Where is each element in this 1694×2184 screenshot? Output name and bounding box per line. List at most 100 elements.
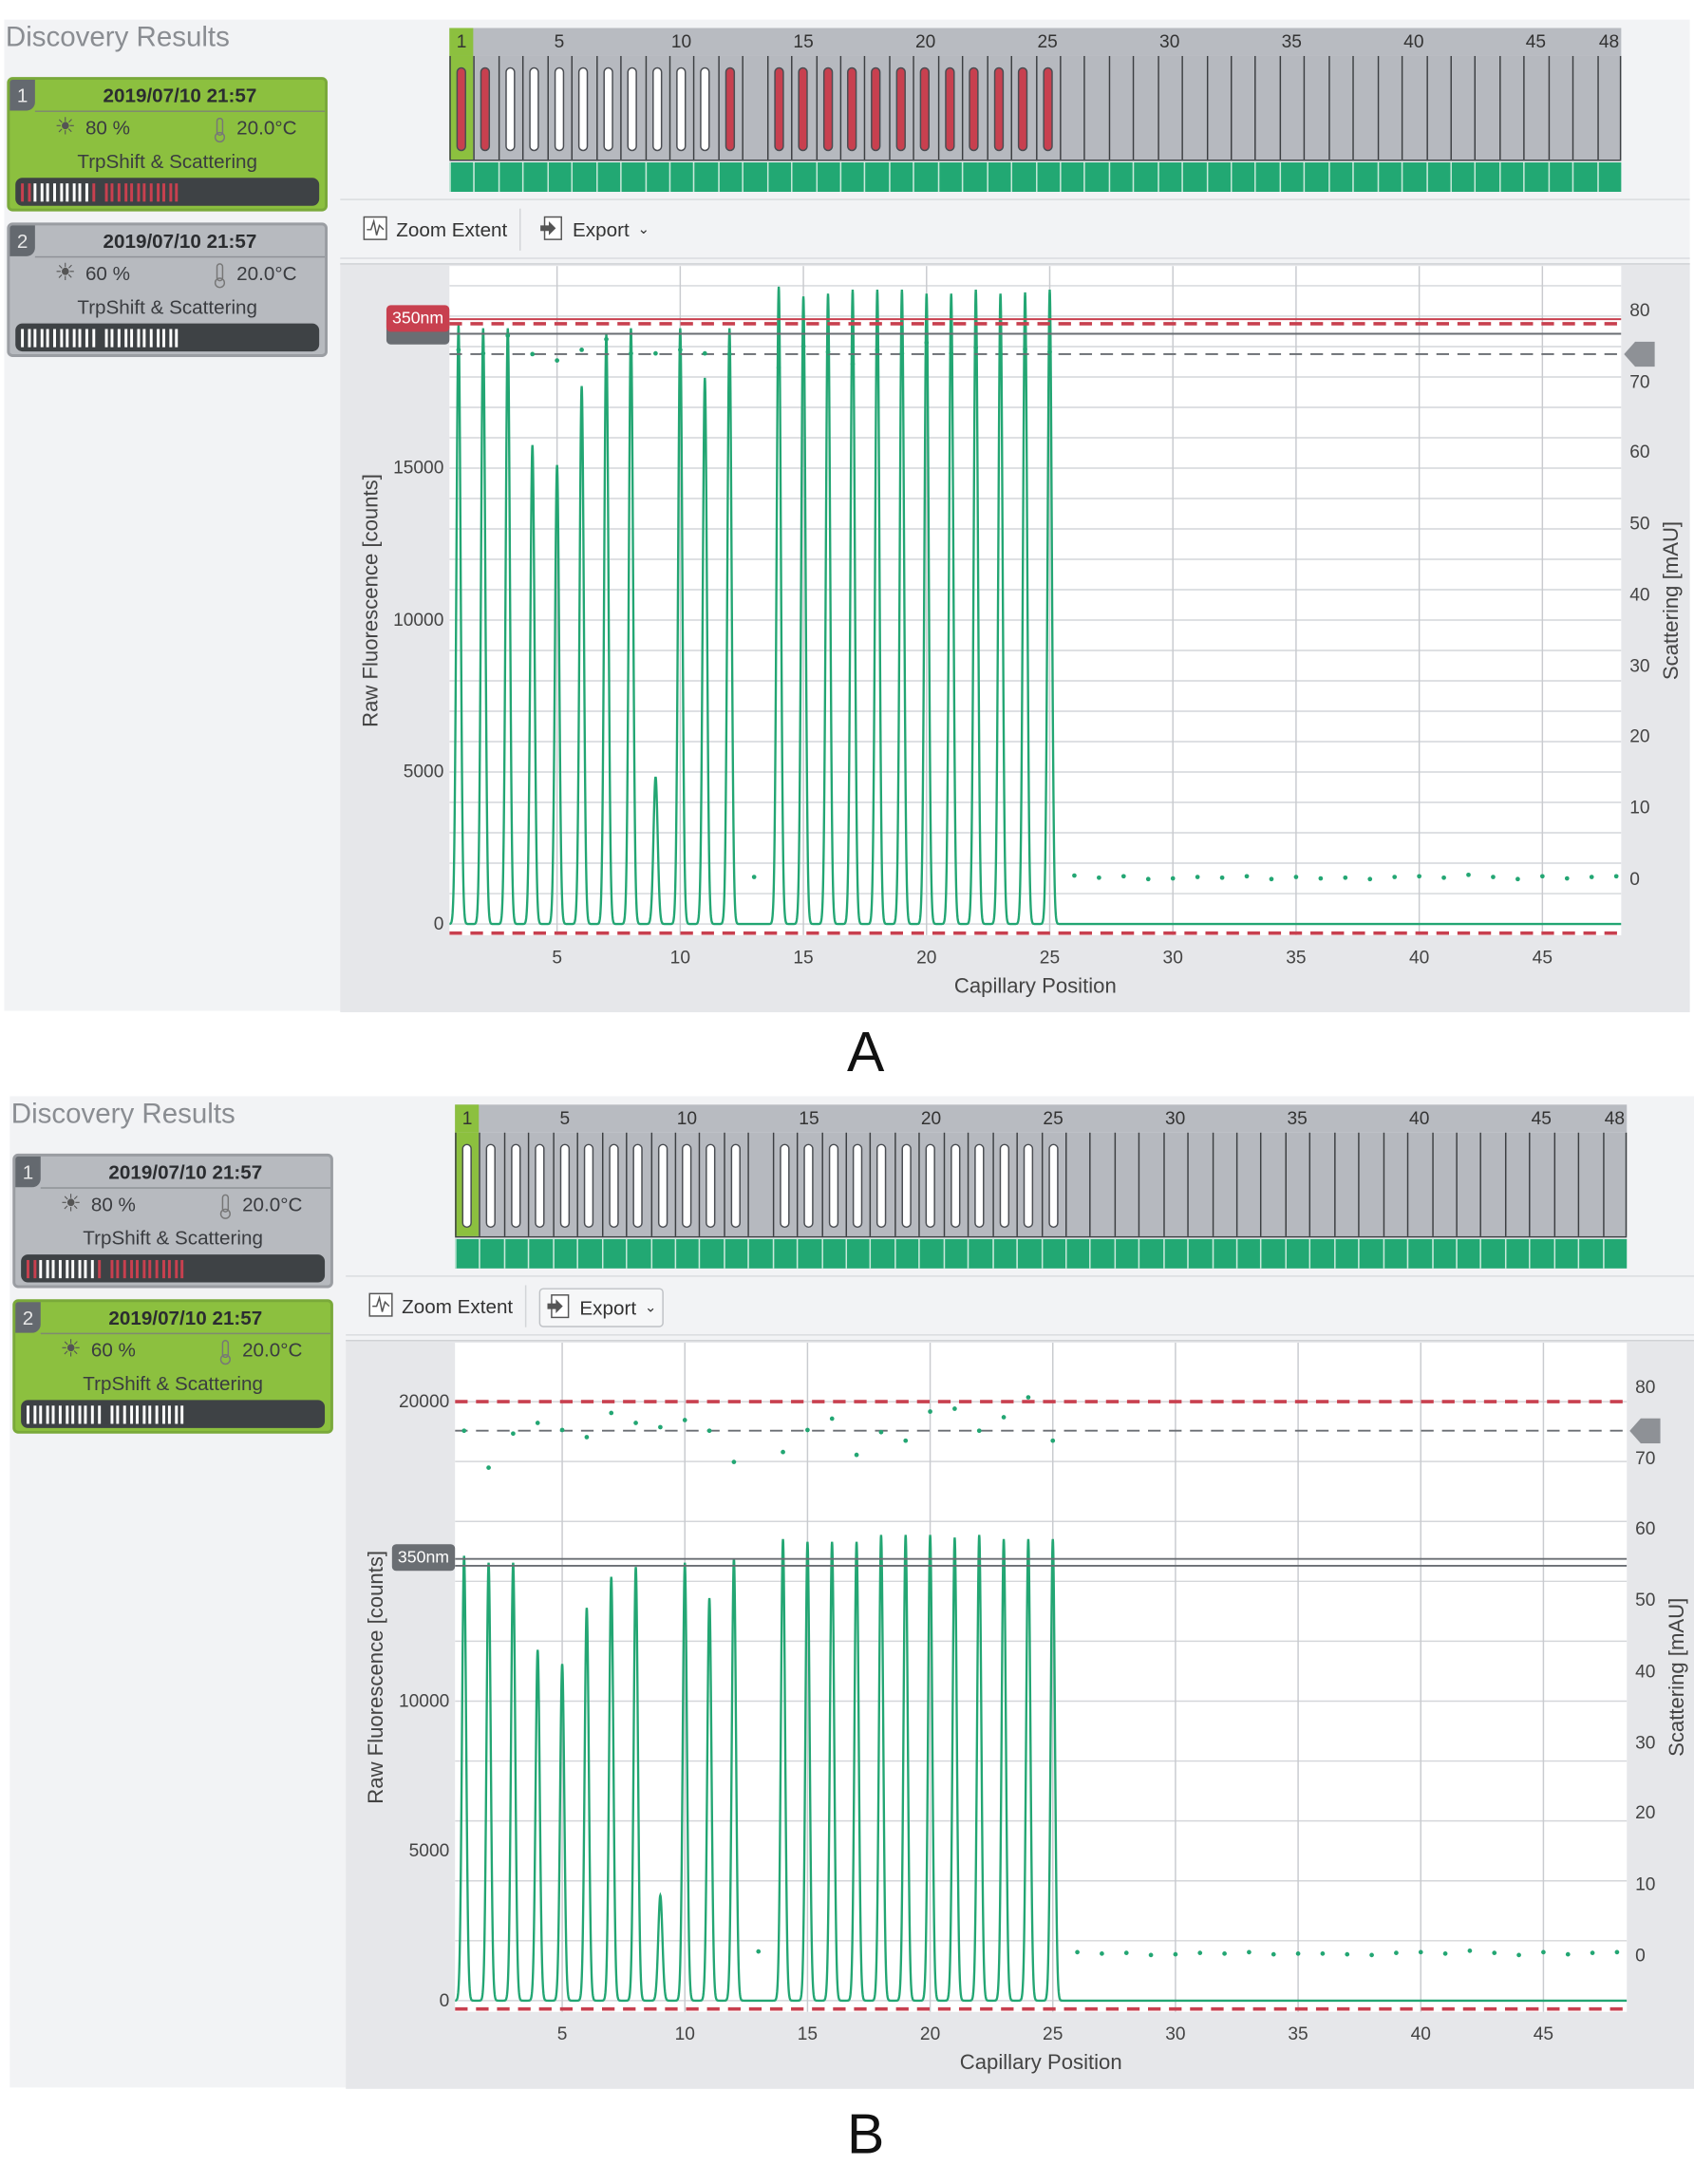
capillary-slot[interactable] — [1498, 55, 1524, 160]
capillary-slot[interactable] — [815, 55, 840, 160]
capillary-slot[interactable] — [1475, 55, 1499, 160]
capillary-slot[interactable] — [649, 1132, 675, 1236]
capillary-slot[interactable] — [1431, 1132, 1457, 1236]
scattering-threshold-handle[interactable] — [1624, 341, 1655, 374]
capillary-slot[interactable] — [1212, 1132, 1236, 1236]
capillary-slot[interactable] — [1162, 1132, 1188, 1236]
capillary-slot[interactable] — [820, 1132, 846, 1236]
capillary-slot[interactable] — [644, 55, 669, 160]
capillary-slot[interactable] — [473, 55, 499, 160]
zoom-extent-button[interactable]: Zoom Extent — [363, 1288, 518, 1324]
capillary-slot[interactable] — [1309, 1132, 1334, 1236]
capillary-slot[interactable] — [723, 1132, 748, 1236]
capillary-slot[interactable] — [1133, 55, 1158, 160]
capillary-slot[interactable] — [699, 1132, 724, 1236]
capillary-slot[interactable] — [503, 1132, 529, 1236]
capillary-slot[interactable] — [797, 1132, 821, 1236]
capillary-slot[interactable] — [1187, 1132, 1213, 1236]
capillary-slot[interactable] — [1327, 55, 1353, 160]
capillary-slot[interactable] — [674, 1132, 700, 1236]
capillary-slot[interactable] — [1406, 1132, 1432, 1236]
capillary-slot[interactable] — [1010, 55, 1036, 160]
capillary-slot[interactable] — [576, 1132, 602, 1236]
capillary-slot[interactable] — [943, 1132, 969, 1236]
capillary-slot[interactable] — [1577, 1132, 1603, 1236]
capillary-slot[interactable] — [1504, 1132, 1530, 1236]
capillary-slot[interactable] — [913, 55, 938, 160]
capillary-slot[interactable] — [1108, 55, 1134, 160]
capillary-slot[interactable] — [991, 1132, 1017, 1236]
capillary-slot[interactable] — [1285, 1132, 1310, 1236]
capillary-slot[interactable] — [1060, 55, 1084, 160]
capillary-slot[interactable] — [528, 1132, 554, 1236]
capillary-slot[interactable] — [1596, 55, 1622, 160]
capillary-slot[interactable] — [1041, 1132, 1065, 1236]
capillary-slot[interactable] — [668, 55, 694, 160]
capillary-slot[interactable] — [1064, 1132, 1090, 1236]
wavelength-label[interactable]: 350nm — [386, 305, 450, 332]
capillary-slot[interactable] — [1139, 1132, 1163, 1236]
capillary-slot[interactable] — [571, 55, 596, 160]
capillary-slot[interactable] — [1358, 1132, 1383, 1236]
capillary-slot[interactable] — [1523, 55, 1549, 160]
fluorescence-chart[interactable] — [449, 266, 1622, 935]
capillary-slot[interactable] — [455, 1132, 480, 1236]
capillary-slot[interactable] — [1602, 1132, 1628, 1236]
capillary-slot[interactable] — [601, 1132, 627, 1236]
capillary-slot[interactable] — [1479, 1132, 1505, 1236]
capillary-slot[interactable] — [937, 55, 963, 160]
capillary-slot[interactable] — [1450, 55, 1476, 160]
wavelength-label[interactable]: 350nm — [391, 1544, 456, 1572]
capillary-slot[interactable] — [479, 1132, 504, 1236]
capillary-slot[interactable] — [1425, 55, 1451, 160]
capillary-slot[interactable] — [1016, 1132, 1042, 1236]
scattering-threshold-handle[interactable] — [1629, 1418, 1661, 1450]
capillary-slot[interactable] — [1114, 1132, 1139, 1236]
capillary-slot[interactable] — [626, 1132, 650, 1236]
zoom-extent-button[interactable]: Zoom Extent — [357, 212, 513, 248]
capillary-slot[interactable] — [1035, 55, 1061, 160]
capillary-slot[interactable] — [1333, 1132, 1359, 1236]
capillary-slot[interactable] — [766, 55, 792, 160]
capillary-slot[interactable] — [1304, 55, 1328, 160]
capillary-slot[interactable] — [1279, 55, 1305, 160]
capillary-slot[interactable] — [718, 55, 743, 160]
capillary-slot[interactable] — [1181, 55, 1207, 160]
capillary-slot[interactable] — [1383, 1132, 1407, 1236]
capillary-slot[interactable] — [1456, 1132, 1480, 1236]
capillary-slot[interactable] — [742, 55, 767, 160]
run-card-2[interactable]: 2 2019/07/10 21:57 ☀ 60 % 20.0°C TrpShift & S… — [7, 222, 329, 357]
capillary-slot[interactable] — [1377, 55, 1402, 160]
capillary-slot[interactable] — [1157, 55, 1182, 160]
capillary-slot[interactable] — [1254, 55, 1280, 160]
capillary-slot[interactable] — [747, 1132, 773, 1236]
run-card-1[interactable]: 1 2019/07/10 21:57 ☀ 80 % 20.0°C TrpShift & S… — [12, 1153, 333, 1289]
capillary-slot[interactable] — [864, 55, 890, 160]
capillary-slot[interactable] — [595, 55, 621, 160]
capillary-slot[interactable] — [1352, 55, 1378, 160]
capillary-slot[interactable] — [1529, 1132, 1554, 1236]
capillary-slot[interactable] — [498, 55, 523, 160]
capillary-slot[interactable] — [845, 1132, 871, 1236]
capillary-slot[interactable] — [791, 55, 816, 160]
capillary-slot[interactable] — [693, 55, 719, 160]
capillary-slot[interactable] — [1083, 55, 1109, 160]
capillary-slot[interactable] — [1235, 1132, 1261, 1236]
capillary-slot[interactable] — [547, 55, 572, 160]
run-card-2[interactable]: 2 2019/07/10 21:57 ☀ 60 % 20.0°C TrpShift & S… — [12, 1299, 333, 1434]
capillary-slot[interactable] — [1548, 55, 1572, 160]
fluorescence-chart[interactable] — [455, 1342, 1628, 2012]
capillary-slot[interactable] — [968, 1132, 992, 1236]
capillary-slot[interactable] — [894, 1132, 919, 1236]
capillary-slot[interactable] — [1553, 1132, 1578, 1236]
capillary-slot[interactable] — [1572, 55, 1597, 160]
capillary-slot[interactable] — [839, 55, 865, 160]
capillary-slot[interactable] — [620, 55, 645, 160]
capillary-slot[interactable] — [449, 55, 474, 160]
capillary-slot[interactable] — [553, 1132, 577, 1236]
capillary-slot[interactable] — [1401, 55, 1426, 160]
capillary-slot[interactable] — [522, 55, 548, 160]
capillary-slot[interactable] — [772, 1132, 798, 1236]
export-dropdown[interactable]: Export ⌄ — [534, 212, 655, 248]
capillary-slot[interactable] — [918, 1132, 944, 1236]
